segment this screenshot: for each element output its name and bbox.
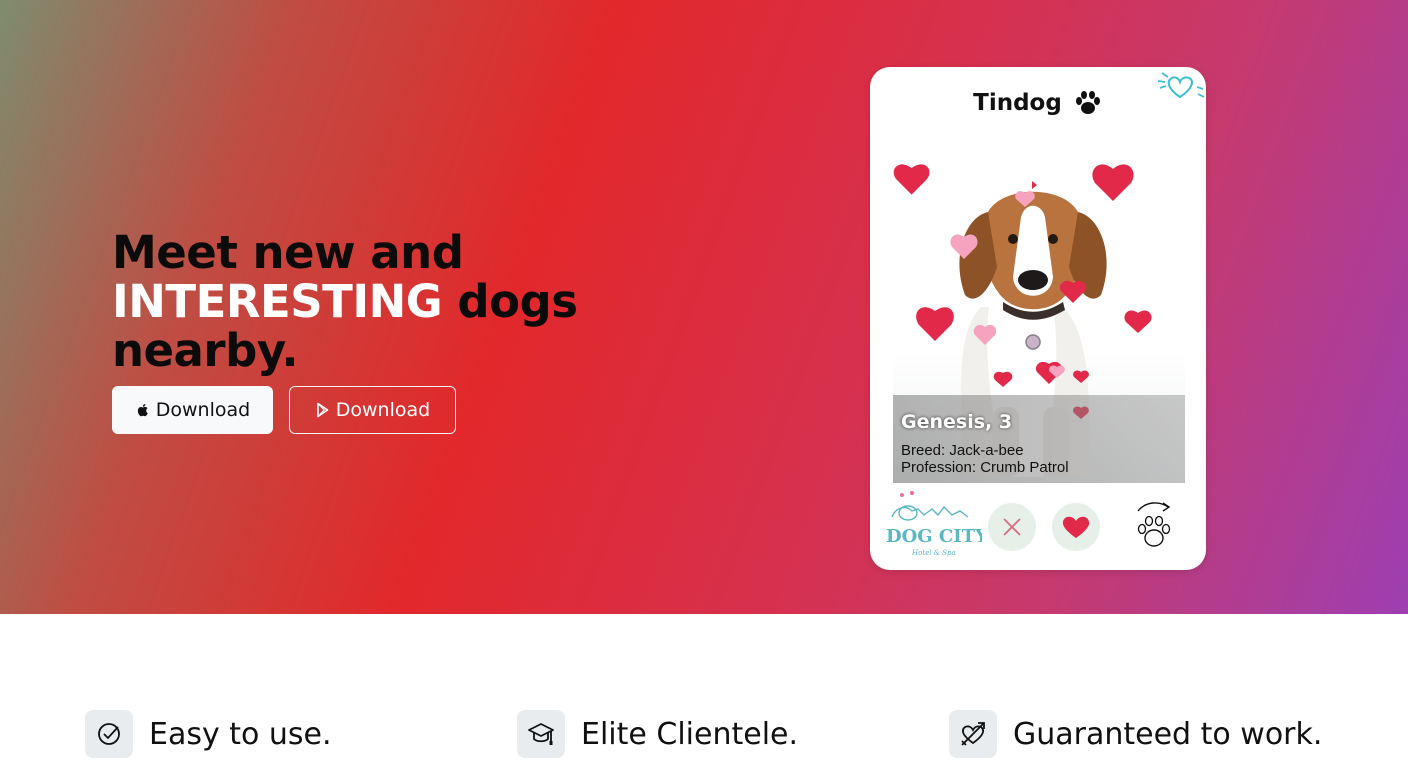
dog-photo: Genesis, 3 Breed: Jack-a-bee Profession:… bbox=[893, 157, 1185, 483]
app-name: Tindog bbox=[973, 90, 1062, 116]
dog-info-overlay: Genesis, 3 Breed: Jack-a-bee Profession:… bbox=[893, 395, 1185, 483]
mortarboard-icon bbox=[517, 710, 565, 758]
dog-city-logo-subtext: Hotel & Spa bbox=[911, 549, 956, 557]
heart-arrow-icon bbox=[949, 710, 997, 758]
card-action-bar: DOG CITY Hotel & Spa bbox=[870, 487, 1206, 570]
headline-highlight: INTERESTING bbox=[112, 275, 443, 328]
close-icon bbox=[1003, 518, 1021, 536]
dog-city-logo: DOG CITY Hotel & Spa bbox=[886, 491, 982, 557]
feature-title: Elite Clientele. bbox=[581, 716, 799, 752]
features-section: Easy to use. Elite Clientele. Guaranteed… bbox=[0, 614, 1408, 760]
dislike-button[interactable] bbox=[988, 503, 1036, 551]
paw-swipe-icon[interactable] bbox=[1132, 497, 1176, 553]
dog-breed: Breed: Jack-a-bee bbox=[901, 442, 1024, 459]
dog-city-logo-text: DOG CITY bbox=[886, 526, 982, 547]
feature-elite-clientele: Elite Clientele. bbox=[517, 710, 798, 758]
google-play-icon bbox=[316, 402, 329, 418]
apple-download-label: Download bbox=[155, 399, 251, 421]
feature-title: Guaranteed to work. bbox=[1013, 716, 1323, 752]
like-button[interactable] bbox=[1052, 503, 1100, 551]
hero-section: Meet new and INTERESTING dogs nearby. Dow… bbox=[0, 0, 1408, 614]
circle-check-icon bbox=[85, 710, 133, 758]
feature-title: Easy to use. bbox=[149, 716, 332, 752]
headline-part1: Meet new and bbox=[112, 226, 464, 279]
feature-guaranteed: Guaranteed to work. bbox=[949, 710, 1322, 758]
google-play-download-button[interactable]: Download bbox=[289, 386, 456, 434]
phone-mockup: Tindog Genesis, 3 Breed: Jack-a-bee Prof… bbox=[870, 67, 1206, 570]
google-play-download-label: Download bbox=[335, 399, 431, 421]
feature-easy-to-use: Easy to use. bbox=[85, 710, 332, 758]
paw-icon bbox=[1075, 91, 1100, 114]
apple-icon bbox=[137, 404, 148, 417]
dog-profession: Profession: Crumb Patrol bbox=[901, 459, 1069, 476]
dog-name: Genesis, 3 bbox=[901, 411, 1013, 433]
heart-icon bbox=[1062, 516, 1090, 538]
app-title: Tindog bbox=[870, 89, 1206, 117]
apple-download-button[interactable]: Download bbox=[112, 386, 273, 434]
hero-headline: Meet new and INTERESTING dogs nearby. bbox=[112, 228, 632, 375]
